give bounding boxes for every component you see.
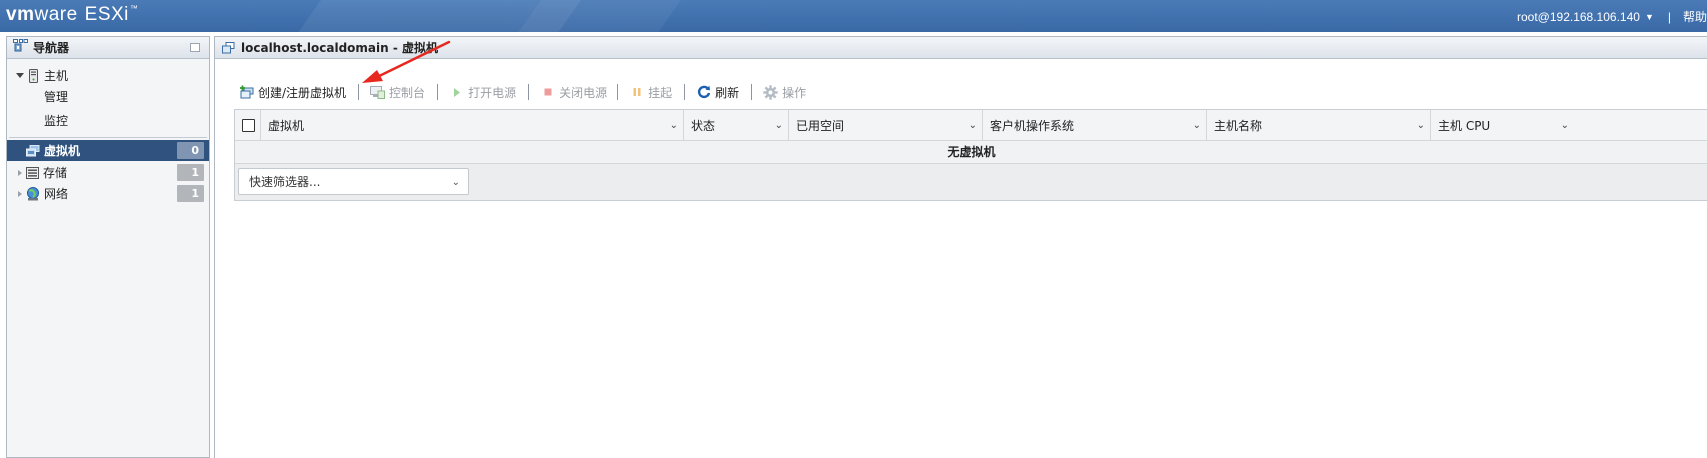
column-label: 主机名称 bbox=[1214, 118, 1263, 133]
logo-ware: ware bbox=[34, 4, 78, 25]
vmware-esxi-logo: vmware ESXi™ bbox=[6, 4, 138, 26]
navigator-panel: 导航器 主机 管理 监控 虚拟机 0 存储 1 网络 1 bbox=[6, 36, 210, 458]
expand-triangle-icon[interactable] bbox=[18, 190, 22, 197]
column-header-used-space[interactable]: 已用空间 ⌄ bbox=[789, 110, 983, 140]
expand-triangle-icon[interactable] bbox=[18, 169, 22, 176]
chevron-down-icon[interactable]: ⌄ bbox=[775, 120, 783, 131]
select-all-checkbox[interactable] bbox=[242, 118, 255, 132]
vm-count-badge: 0 bbox=[177, 142, 204, 159]
suspend-button[interactable]: 挂起 bbox=[627, 84, 674, 101]
console-button[interactable]: 控制台 bbox=[368, 84, 427, 101]
logo-trademark: ™ bbox=[129, 4, 139, 13]
storage-icon bbox=[26, 166, 39, 179]
column-header-host-cpu[interactable]: 主机 CPU ⌄ bbox=[1431, 110, 1707, 140]
toolbar-separator bbox=[437, 84, 439, 100]
refresh-label: 刷新 bbox=[715, 85, 740, 100]
select-all-column bbox=[235, 110, 261, 140]
create-register-vm-button[interactable]: 创建/注册虚拟机 bbox=[237, 84, 348, 101]
refresh-button[interactable]: 刷新 bbox=[694, 84, 741, 101]
console-label: 控制台 bbox=[389, 85, 426, 100]
user-name: root@192.168.106.140 bbox=[1516, 9, 1640, 24]
logo-product: ESXi bbox=[84, 4, 129, 25]
column-header-guest-os[interactable]: 客户机操作系统 ⌄ bbox=[983, 110, 1207, 140]
toolbar-separator bbox=[684, 84, 686, 100]
logo-vm: vm bbox=[6, 4, 35, 25]
nav-manage-label: 管理 bbox=[44, 90, 69, 104]
expand-triangle-icon[interactable] bbox=[16, 73, 24, 78]
column-label: 客户机操作系统 bbox=[990, 118, 1075, 133]
create-vm-icon bbox=[239, 85, 254, 100]
network-icon bbox=[26, 186, 40, 201]
navigator-icon bbox=[13, 39, 28, 56]
vm-icon bbox=[222, 41, 235, 54]
toolbar-separator bbox=[528, 84, 530, 100]
nav-host-manage[interactable]: 管理 bbox=[7, 86, 209, 107]
nav-divider bbox=[9, 137, 207, 138]
chevron-down-icon[interactable]: ⌄ bbox=[1417, 120, 1425, 131]
actions-button[interactable]: 操作 bbox=[761, 84, 808, 101]
navigator-header: 导航器 bbox=[7, 37, 209, 59]
column-header-vm[interactable]: 虚拟机 ⌄ bbox=[261, 110, 684, 140]
grid-header: 虚拟机 ⌄ 状态 ⌄ 已用空间 ⌄ 客户机操作系统 ⌄ 主机名称 ⌄ 主机 CP… bbox=[235, 110, 1707, 141]
chevron-down-icon[interactable]: ⌄ bbox=[969, 120, 977, 131]
actions-label: 操作 bbox=[782, 85, 807, 100]
nav-storage-label: 存储 bbox=[43, 166, 68, 180]
pause-icon bbox=[629, 85, 644, 100]
column-label: 主机 CPU bbox=[1438, 118, 1491, 133]
power-off-label: 关闭电源 bbox=[559, 85, 608, 100]
storage-count-badge: 1 bbox=[177, 164, 204, 181]
column-label: 虚拟机 bbox=[268, 118, 305, 133]
nav-item-network[interactable]: 网络 1 bbox=[7, 183, 209, 204]
vm-toolbar: 创建/注册虚拟机 控制台 打开电源 关闭电源 挂起 刷新 操作 bbox=[237, 81, 808, 103]
column-header-host-name[interactable]: 主机名称 ⌄ bbox=[1207, 110, 1431, 140]
user-menu-area: root@192.168.106.140 ▼ | 帮助 bbox=[1517, 8, 1707, 25]
power-on-button[interactable]: 打开电源 bbox=[447, 84, 518, 101]
toolbar-separator bbox=[617, 84, 619, 100]
power-on-label: 打开电源 bbox=[468, 85, 517, 100]
vm-grid: 虚拟机 ⌄ 状态 ⌄ 已用空间 ⌄ 客户机操作系统 ⌄ 主机名称 ⌄ 主机 CP… bbox=[234, 109, 1707, 201]
empty-grid-message: 无虚拟机 bbox=[235, 141, 1707, 164]
collapse-navigator-icon[interactable] bbox=[190, 43, 200, 52]
nav-monitor-label: 监控 bbox=[44, 114, 69, 128]
nav-item-storage[interactable]: 存储 1 bbox=[7, 162, 209, 183]
quick-filter-dropdown[interactable]: 快速筛选器... ⌄ bbox=[238, 168, 469, 195]
nav-host-label: 主机 bbox=[44, 69, 69, 83]
create-register-vm-label: 创建/注册虚拟机 bbox=[258, 85, 347, 100]
main-panel-title: localhost.localdomain - 虚拟机 bbox=[241, 41, 439, 55]
column-label: 状态 bbox=[691, 118, 716, 133]
gear-icon bbox=[763, 84, 778, 100]
chevron-down-icon[interactable]: ⌄ bbox=[670, 120, 678, 131]
console-icon bbox=[370, 85, 386, 100]
chevron-down-icon[interactable]: ⌄ bbox=[1193, 120, 1201, 131]
play-icon bbox=[449, 85, 464, 100]
host-icon bbox=[29, 68, 38, 83]
help-menu[interactable]: 帮助 bbox=[1683, 8, 1707, 25]
column-label: 已用空间 bbox=[796, 118, 845, 133]
refresh-icon bbox=[696, 85, 711, 100]
main-panel-header: localhost.localdomain - 虚拟机 bbox=[215, 37, 1707, 59]
top-header-bar: vmware ESXi™ root@192.168.106.140 ▼ | 帮助 bbox=[0, 0, 1707, 32]
suspend-label: 挂起 bbox=[648, 85, 673, 100]
nav-vms-label: 虚拟机 bbox=[44, 144, 81, 158]
network-count-badge: 1 bbox=[177, 185, 204, 202]
nav-host-monitor[interactable]: 监控 bbox=[7, 110, 209, 131]
toolbar-separator bbox=[358, 84, 360, 100]
vm-icon bbox=[26, 144, 40, 157]
chevron-down-icon: ⌄ bbox=[451, 177, 460, 188]
nav-network-label: 网络 bbox=[44, 187, 69, 201]
stop-icon bbox=[540, 85, 555, 100]
nav-item-vms[interactable]: 虚拟机 0 bbox=[7, 140, 209, 161]
caret-down-icon: ▼ bbox=[1644, 11, 1654, 22]
quick-filter-label: 快速筛选器... bbox=[249, 175, 321, 189]
navigator-title: 导航器 bbox=[33, 41, 70, 55]
main-panel: localhost.localdomain - 虚拟机 创建/注册虚拟机 控制台… bbox=[214, 36, 1707, 458]
power-off-button[interactable]: 关闭电源 bbox=[538, 84, 609, 101]
toolbar-separator bbox=[751, 84, 753, 100]
header-separator: | bbox=[1667, 9, 1671, 24]
chevron-down-icon[interactable]: ⌄ bbox=[1561, 120, 1569, 131]
user-menu[interactable]: root@192.168.106.140 ▼ bbox=[1517, 10, 1654, 24]
nav-host[interactable]: 主机 bbox=[7, 65, 209, 86]
column-header-state[interactable]: 状态 ⌄ bbox=[684, 110, 789, 140]
